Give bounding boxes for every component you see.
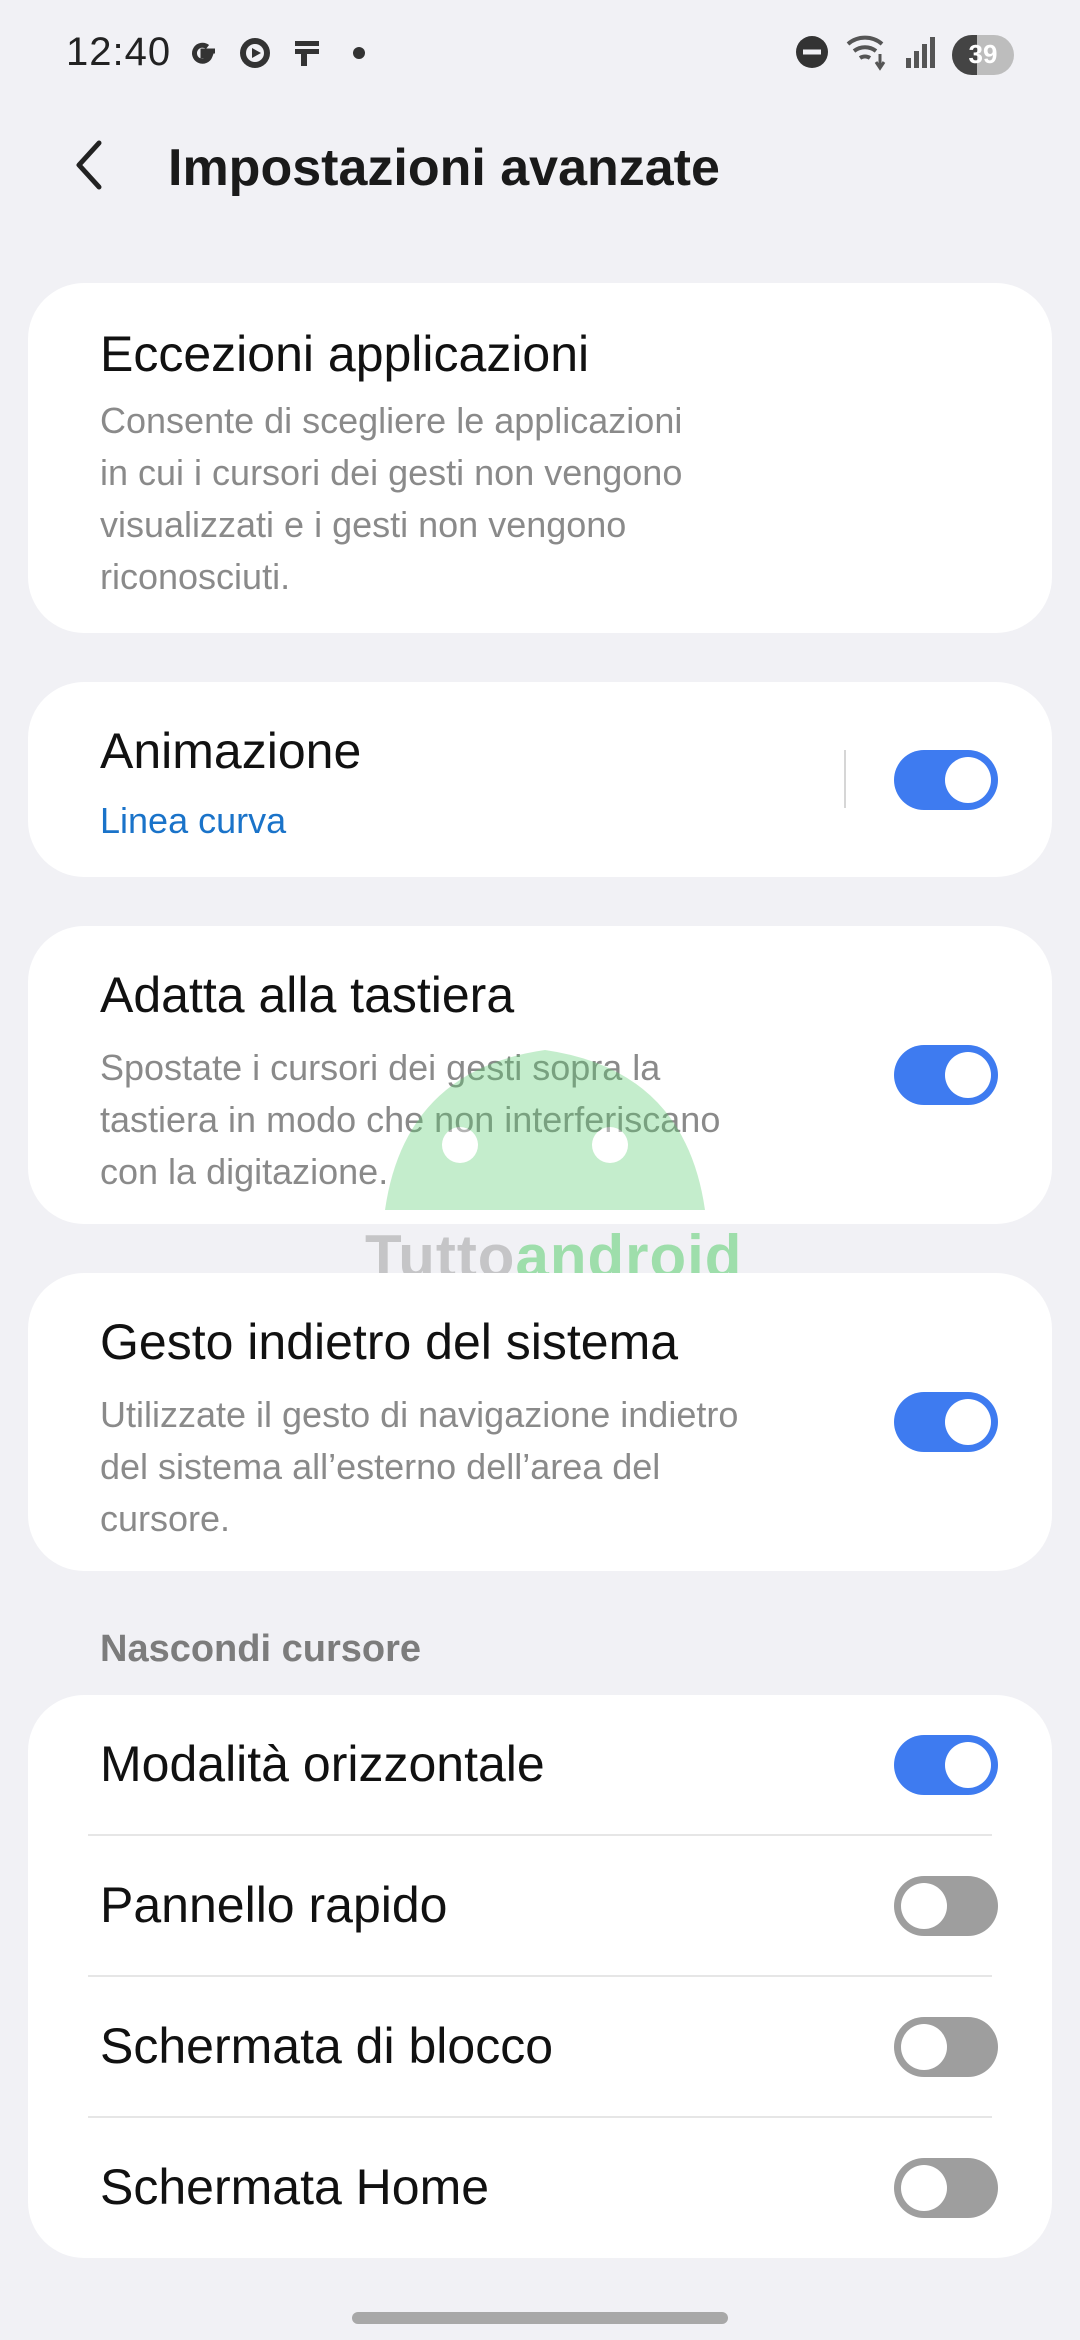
system-back-item[interactable]: Gesto indietro del sistema Utilizzate il… xyxy=(28,1273,1052,1571)
wifi-calling-icon xyxy=(844,32,890,77)
keyboard-adapt-toggle[interactable] xyxy=(894,1045,998,1105)
list-item-label: Pannello rapido xyxy=(100,1877,448,1933)
animation-toggle[interactable] xyxy=(894,750,998,810)
home-screen-toggle[interactable] xyxy=(894,2158,998,2218)
list-item-lock-screen[interactable]: Schermata di blocco xyxy=(28,1977,1052,2118)
keyboard-adapt-desc: Spostate i cursori dei gesti sopra la ta… xyxy=(100,1047,721,1192)
keyboard-adapt-title: Adatta alla tastiera xyxy=(100,967,515,1023)
lock-screen-toggle[interactable] xyxy=(894,2017,998,2077)
dnd-icon xyxy=(794,34,830,75)
record-icon xyxy=(236,34,274,72)
status-bar: 12:40 39 xyxy=(0,0,1080,110)
list-item-landscape[interactable]: Modalità orizzontale xyxy=(28,1695,1052,1836)
parking-icon xyxy=(288,34,326,72)
animation-title: Animazione xyxy=(100,723,362,779)
list-item-label: Schermata di blocco xyxy=(100,2018,554,2074)
dot-icon xyxy=(340,34,378,72)
animation-item[interactable]: Animazione Linea curva xyxy=(28,682,1052,877)
hide-cursor-card: Modalità orizzontale Pannello rapido Sch… xyxy=(28,1695,1052,2258)
home-gesture-bar[interactable] xyxy=(352,2312,728,2324)
app-exceptions-title: Eccezioni applicazioni xyxy=(100,326,590,382)
system-back-desc: Utilizzate il gesto di navigazione indie… xyxy=(100,1394,739,1539)
landscape-toggle[interactable] xyxy=(894,1735,998,1795)
google-icon xyxy=(184,34,222,72)
keyboard-adapt-item[interactable]: Adatta alla tastiera Spostate i cursori … xyxy=(28,926,1052,1224)
app-bar: Impostazioni avanzate xyxy=(0,110,1080,220)
list-item-quick-panel[interactable]: Pannello rapido xyxy=(28,1836,1052,1977)
list-item-label: Schermata Home xyxy=(100,2159,490,2215)
quick-panel-toggle[interactable] xyxy=(894,1876,998,1936)
divider-vertical xyxy=(844,750,846,808)
page-title: Impostazioni avanzate xyxy=(168,139,720,197)
list-item-label: Modalità orizzontale xyxy=(100,1736,545,1792)
battery-level: 39 xyxy=(968,39,998,69)
app-exceptions-desc: Consente di scegliere le applicazioni in… xyxy=(100,400,683,597)
status-right-icons: 39 xyxy=(794,32,1014,77)
app-exceptions-item[interactable]: Eccezioni applicazioni Consente di scegl… xyxy=(28,283,1052,633)
system-back-title: Gesto indietro del sistema xyxy=(100,1314,679,1370)
list-item-home-screen[interactable]: Schermata Home xyxy=(28,2118,1052,2259)
back-button[interactable] xyxy=(54,130,124,200)
section-label: Nascondi cursore xyxy=(100,1628,421,1670)
system-back-toggle[interactable] xyxy=(894,1392,998,1452)
signal-icon xyxy=(904,34,938,75)
status-left-icons xyxy=(184,34,378,72)
battery-icon: 39 xyxy=(952,34,1014,75)
status-time: 12:40 xyxy=(66,30,172,74)
back-chevron-icon xyxy=(76,140,102,190)
animation-value: Linea curva xyxy=(100,800,287,841)
